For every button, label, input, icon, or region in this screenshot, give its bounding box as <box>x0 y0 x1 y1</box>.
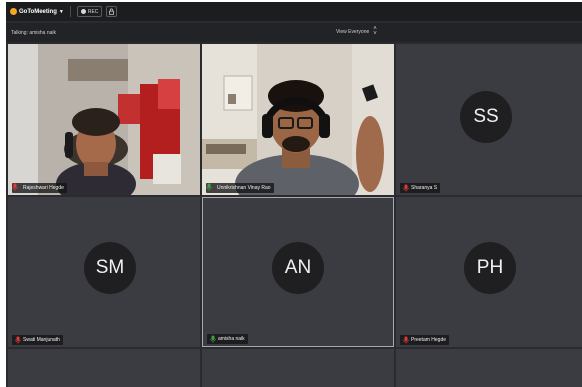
participant-avatar: PH <box>464 242 516 294</box>
participant-video <box>202 44 394 195</box>
app-name[interactable]: GoToMeeting <box>19 9 57 15</box>
participant-video <box>8 44 200 195</box>
microphone-muted-icon <box>403 336 409 344</box>
app-logo-icon <box>10 8 17 15</box>
participant-tile-amisha[interactable]: AN amisha naik <box>202 197 394 347</box>
participant-name-tag: Swati Manjunath <box>12 335 63 345</box>
participant-tile-unnikrishnan[interactable]: Unnikrishnan Vinay Rao <box>202 44 394 195</box>
lock-icon <box>109 8 115 15</box>
microphone-active-icon <box>206 183 215 192</box>
participant-name: amisha naik <box>218 336 245 342</box>
participant-name-tag: Preetam Hegde <box>400 335 450 345</box>
record-label: REC <box>87 8 99 15</box>
participant-tile-partial[interactable] <box>8 349 200 387</box>
microphone-muted-icon <box>15 336 21 344</box>
participant-tile-partial[interactable] <box>202 349 394 387</box>
participant-name-tag: Unnikrishnan Vinay Rao <box>206 183 274 193</box>
participant-tile-preetam[interactable]: PH Preetam Hegde <box>396 197 582 347</box>
chevron-down-icon[interactable]: ▼ <box>59 9 64 15</box>
participant-avatar: SM <box>84 242 136 294</box>
microphone-muted-icon <box>403 184 409 192</box>
participant-name-tag: Sharanya S <box>400 183 441 193</box>
view-mode-label: View Everyone <box>336 29 370 35</box>
toolbar-divider <box>69 6 71 17</box>
participant-name: Unnikrishnan Vinay Rao <box>217 185 271 191</box>
record-icon <box>80 9 86 14</box>
participant-name-tag: amisha naik <box>207 334 248 344</box>
participant-avatar: AN <box>272 242 324 294</box>
participant-tile-partial[interactable] <box>396 349 582 387</box>
microphone-active-icon <box>210 335 216 343</box>
participant-name: Rajeshwari Hegde <box>23 185 64 191</box>
participant-name: Sharanya S <box>411 185 438 191</box>
participant-name: Swati Manjunath <box>23 337 60 343</box>
up-down-icon: ˄ ˅ <box>373 26 377 37</box>
meeting-window: GoToMeeting ▼ REC Talking: amisha naik V… <box>6 2 582 387</box>
participant-tile-swati[interactable]: SM Swati Manjunath <box>8 197 200 347</box>
participant-tile-sharanya[interactable]: SS Sharanya S <box>396 44 582 195</box>
top-toolbar: GoToMeeting ▼ REC <box>6 2 582 21</box>
participant-avatar: SS <box>460 91 512 143</box>
participant-tile-rajeshwari[interactable]: Rajeshwari Hegde <box>8 44 200 195</box>
view-mode-select[interactable]: View Everyone ˄ ˅ <box>336 26 377 37</box>
status-bar: Talking: amisha naik View Everyone ˄ ˅ <box>6 23 582 42</box>
record-button[interactable]: REC <box>76 6 103 17</box>
microphone-muted-icon <box>12 183 21 192</box>
participant-name: Preetam Hegde <box>411 337 447 343</box>
participant-name-tag: Rajeshwari Hegde <box>12 183 67 193</box>
lock-button[interactable] <box>106 6 118 17</box>
talking-indicator: Talking: amisha naik <box>11 29 57 36</box>
